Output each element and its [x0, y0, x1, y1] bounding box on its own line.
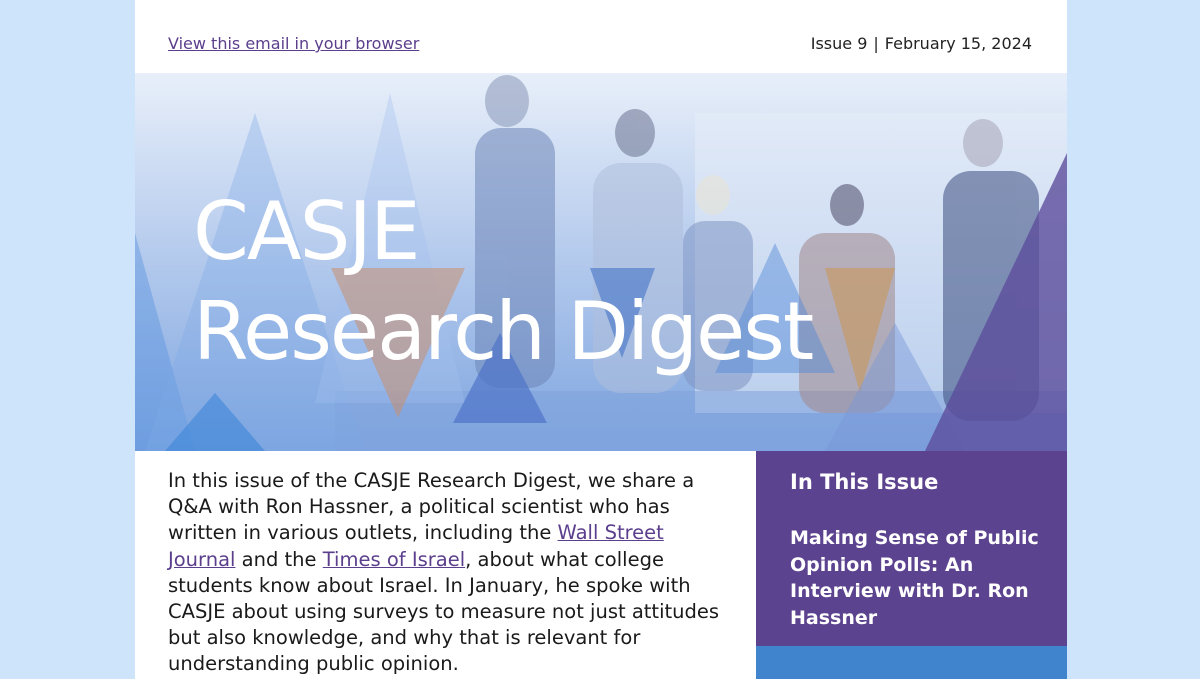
hero-title: CASJE Research Digest	[193, 185, 814, 379]
hero-banner: CASJE Research Digest	[135, 73, 1067, 451]
hero-title-line1: CASJE	[193, 185, 421, 279]
issue-meta: Issue 9 | February 15, 2024	[811, 34, 1032, 53]
sidebar-title: In This Issue	[790, 470, 939, 494]
hero-title-line2: Research Digest	[193, 285, 814, 379]
in-this-issue-sidebar: In This Issue Making Sense of Public Opi…	[756, 451, 1067, 646]
issue-date: February 15, 2024	[884, 34, 1032, 53]
sidebar-bottom-block	[756, 646, 1067, 679]
view-in-browser-link[interactable]: View this email in your browser	[168, 34, 419, 53]
issue-separator: |	[873, 34, 879, 53]
intro-paragraph: In this issue of the CASJE Research Dige…	[168, 468, 728, 678]
times-of-israel-link[interactable]: Times of Israel	[323, 548, 465, 571]
email-container: View this email in your browser Issue 9 |…	[135, 0, 1067, 679]
sidebar-article-link[interactable]: Making Sense of Public Opinion Polls: An…	[790, 525, 1050, 631]
issue-number: Issue 9	[810, 34, 868, 53]
intro-text-middle: and the	[235, 547, 323, 571]
email-header: View this email in your browser Issue 9 |…	[135, 0, 1067, 73]
